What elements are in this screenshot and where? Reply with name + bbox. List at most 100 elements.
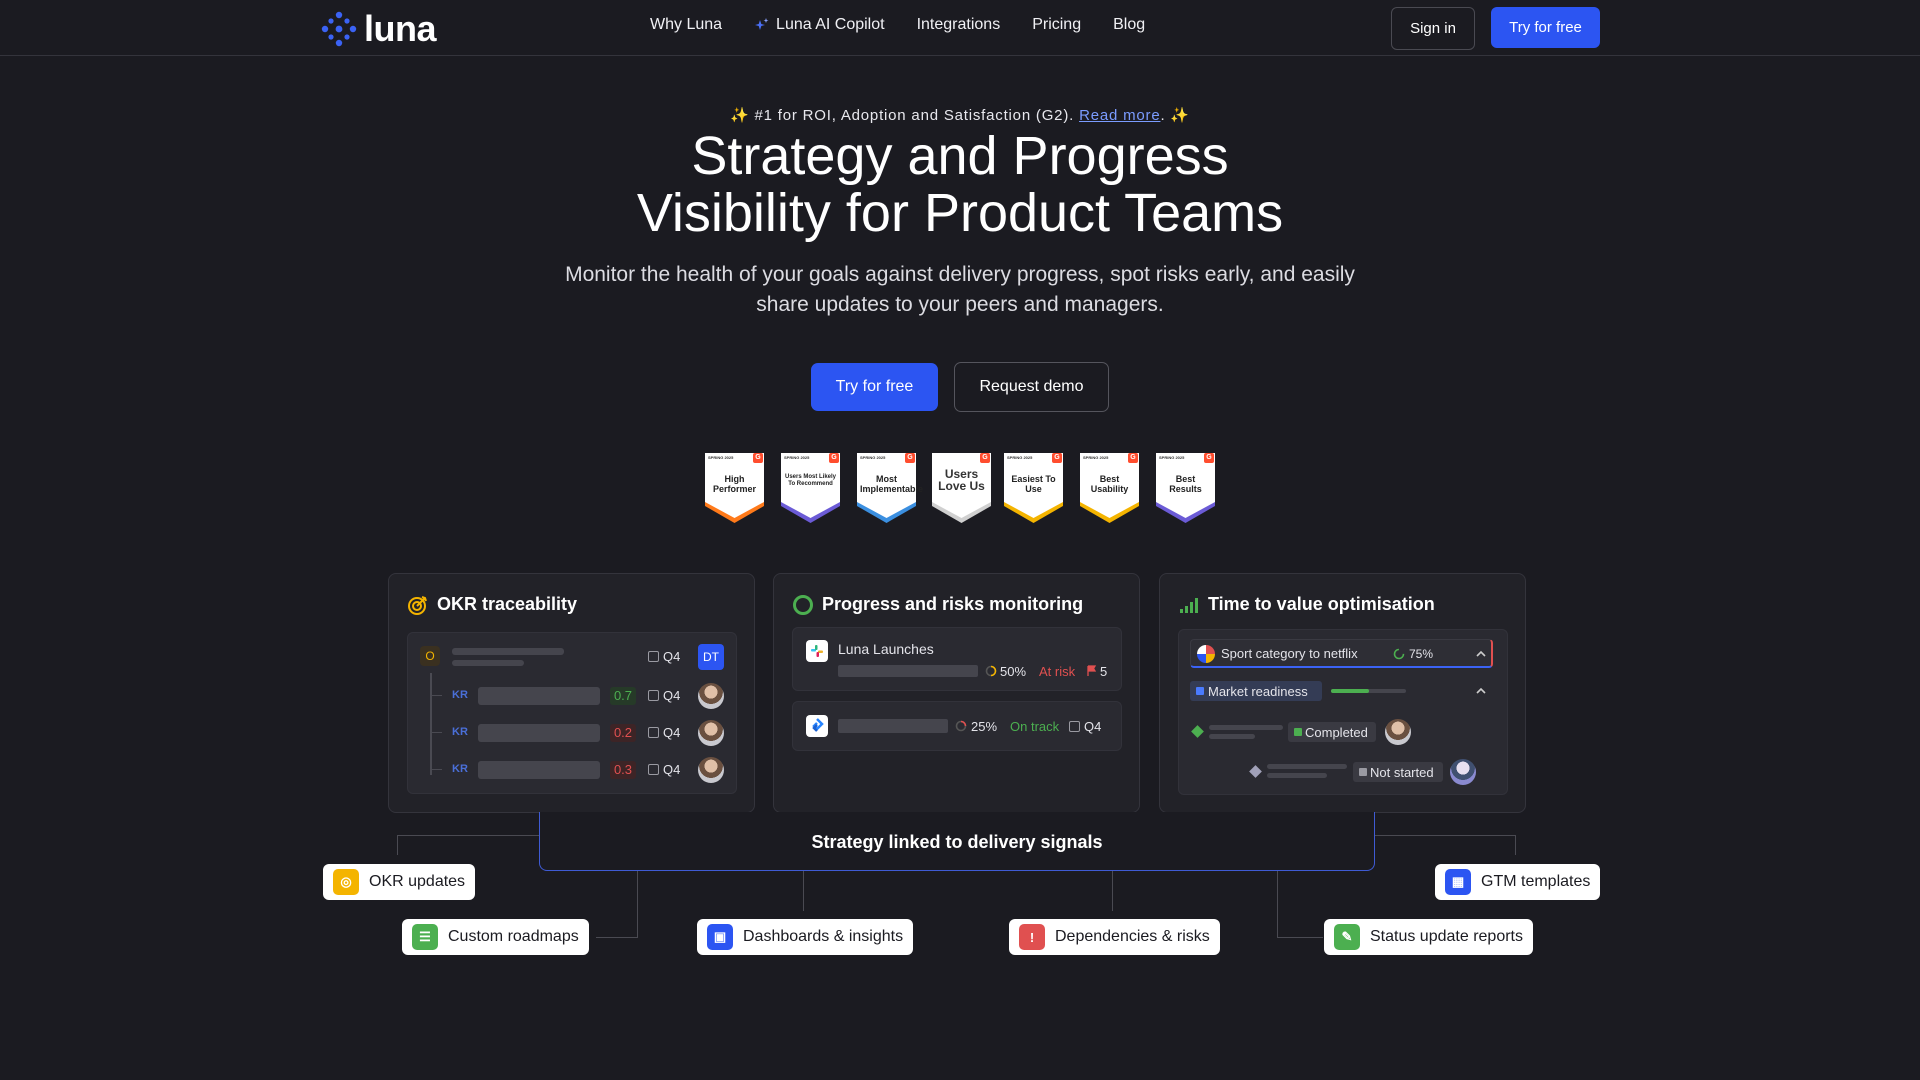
avatar xyxy=(1450,759,1476,785)
key-result-row[interactable]: KR 0.7 Q4 xyxy=(408,683,738,715)
badge-label: High Performer xyxy=(712,474,757,494)
badge-label: Users Love Us xyxy=(938,467,985,493)
badge-season: SPRING 2025 xyxy=(1083,455,1109,460)
sub-item-tag: Market readiness xyxy=(1190,681,1322,701)
nav-try-free-button[interactable]: Try for free xyxy=(1491,7,1600,48)
tree-connector xyxy=(430,732,442,734)
connector-line xyxy=(397,835,399,855)
badge-label: Best Results xyxy=(1169,474,1202,494)
connector-line xyxy=(1277,937,1323,939)
owner-avatar[interactable]: DT xyxy=(698,644,724,670)
kr-tag: KR xyxy=(452,689,468,701)
read-more-link[interactable]: Read more xyxy=(1079,107,1160,124)
calendar-icon xyxy=(1069,721,1080,732)
g2-badge: G SPRING 2025 Best Usability xyxy=(1079,452,1140,524)
progress-row[interactable]: Luna Launches 50% At risk 5 xyxy=(792,627,1122,691)
badge-season: SPRING 2025 xyxy=(1159,455,1185,460)
g2-badge: G SPRING 2025 High Performer xyxy=(704,452,765,524)
connector-line xyxy=(397,835,539,837)
key-result-row[interactable]: KR 0.2 Q4 xyxy=(408,720,738,752)
nav-link-pricing[interactable]: Pricing xyxy=(1032,16,1081,34)
objective-quarter: Q4 xyxy=(648,649,680,664)
time-to-value-card: Time to value optimisation Sport categor… xyxy=(1159,573,1526,813)
status-completed-label: Completed xyxy=(1305,725,1368,740)
kr-title-placeholder xyxy=(478,761,600,779)
readiness-bar xyxy=(1331,689,1406,693)
kr-quarter: Q4 xyxy=(648,762,680,777)
status-at-risk: At risk xyxy=(1039,664,1076,679)
kr-score: 0.3 xyxy=(610,761,636,779)
brand-name: luna xyxy=(364,8,437,49)
request-demo-button[interactable]: Request demo xyxy=(954,362,1109,412)
badge-label: Easiest To Use xyxy=(1011,474,1056,494)
slack-icon xyxy=(806,640,828,662)
dependencies-chip[interactable]: ! Dependencies & risks xyxy=(1009,919,1220,955)
card-title: OKR traceability xyxy=(437,594,578,614)
status-reports-chip[interactable]: ✎ Status update reports xyxy=(1324,919,1533,955)
progress-ring-icon xyxy=(793,595,813,615)
g2-logo-icon: G xyxy=(1204,453,1214,463)
headline-line-1: Strategy and Progress xyxy=(691,126,1229,186)
calendar-icon xyxy=(648,727,659,738)
ttv-item[interactable]: Sport category to netflix 75% xyxy=(1190,639,1493,668)
task-placeholder xyxy=(1267,773,1327,778)
report-icon: ✎ xyxy=(1334,924,1360,950)
connector-line xyxy=(1515,835,1517,855)
hero-subheading: Monitor the health of your goals against… xyxy=(565,263,1355,316)
avatar xyxy=(698,757,724,783)
kr-score: 0.2 xyxy=(610,724,636,742)
g2-logo-icon: G xyxy=(1052,453,1062,463)
g2-badge: G SPRING 2025 Most Implementable xyxy=(856,452,924,524)
sparkle-icon xyxy=(755,18,769,30)
custom-roadmaps-chip[interactable]: ☰ Custom roadmaps xyxy=(402,919,589,955)
row-percent: 25% xyxy=(971,719,998,734)
chip-label: Dependencies & risks xyxy=(1055,928,1210,945)
layout-icon: ▦ xyxy=(1445,869,1471,895)
dashboard-icon: ▣ xyxy=(707,924,733,950)
g2-badge: G SPRING 2025 Users Most Likely To Recomme… xyxy=(780,452,841,524)
g2-logo-icon: G xyxy=(753,453,763,463)
nav-link-blog[interactable]: Blog xyxy=(1113,16,1145,34)
row-name: Luna Launches xyxy=(838,641,934,657)
progress-row[interactable]: 25% On track Q4 xyxy=(792,701,1122,751)
task-placeholder xyxy=(1209,725,1283,730)
flag-icon xyxy=(1087,665,1097,676)
kr-quarter: Q4 xyxy=(648,725,680,740)
g2-logo-icon: G xyxy=(905,453,915,463)
key-result-row[interactable]: KR 0.3 Q4 xyxy=(408,757,738,789)
tagline-suffix: . ✨ xyxy=(1160,107,1190,124)
dashboards-chip[interactable]: ▣ Dashboards & insights xyxy=(697,919,914,955)
row-quarter-label: Q4 xyxy=(1084,719,1102,734)
sub-item-name: Market readiness xyxy=(1208,684,1308,699)
target-icon: ◎ xyxy=(333,869,359,895)
task-placeholder xyxy=(1209,734,1255,739)
kr-quarter-label: Q4 xyxy=(663,688,681,703)
badge-label: Most Implementable xyxy=(860,474,924,494)
card-title: Progress and risks monitoring xyxy=(822,594,1084,614)
chip-label: Dashboards & insights xyxy=(743,928,904,945)
calendar-icon xyxy=(648,690,659,701)
luna-logo-icon xyxy=(321,11,357,47)
sign-in-button[interactable]: Sign in xyxy=(1391,7,1475,50)
nav-link-ai-copilot[interactable]: Luna AI Copilot xyxy=(754,16,885,34)
g2-logo-icon: G xyxy=(1128,453,1138,463)
okr-updates-chip[interactable]: ◎ OKR updates xyxy=(323,864,476,900)
calendar-icon xyxy=(648,764,659,775)
roadmap-icon: ☰ xyxy=(412,924,438,950)
card-title: Time to value optimisation xyxy=(1208,594,1435,614)
try-free-button[interactable]: Try for free xyxy=(811,363,938,411)
row-bar-placeholder xyxy=(838,665,978,677)
row-bar-placeholder xyxy=(838,719,948,733)
kr-title-placeholder xyxy=(478,724,600,742)
nav-link-ai-copilot-label: Luna AI Copilot xyxy=(776,16,885,33)
chevron-up-icon[interactable] xyxy=(1475,686,1487,696)
status-completed: Completed xyxy=(1288,722,1376,742)
nav-link-why-luna[interactable]: Why Luna xyxy=(650,16,722,34)
nav-link-integrations[interactable]: Integrations xyxy=(917,16,1001,34)
connector-line xyxy=(1277,871,1279,937)
luna-logo[interactable]: luna xyxy=(320,8,437,50)
badge-label: Users Most Likely To Recommend xyxy=(784,474,837,487)
chevron-up-icon[interactable] xyxy=(1475,649,1487,659)
okr-tree: O Q4 DT KR 0.7 Q4 KR 0.2 Q4 KR 0.3 Q4 xyxy=(407,632,737,794)
gtm-templates-chip[interactable]: ▦ GTM templates xyxy=(1435,864,1601,900)
